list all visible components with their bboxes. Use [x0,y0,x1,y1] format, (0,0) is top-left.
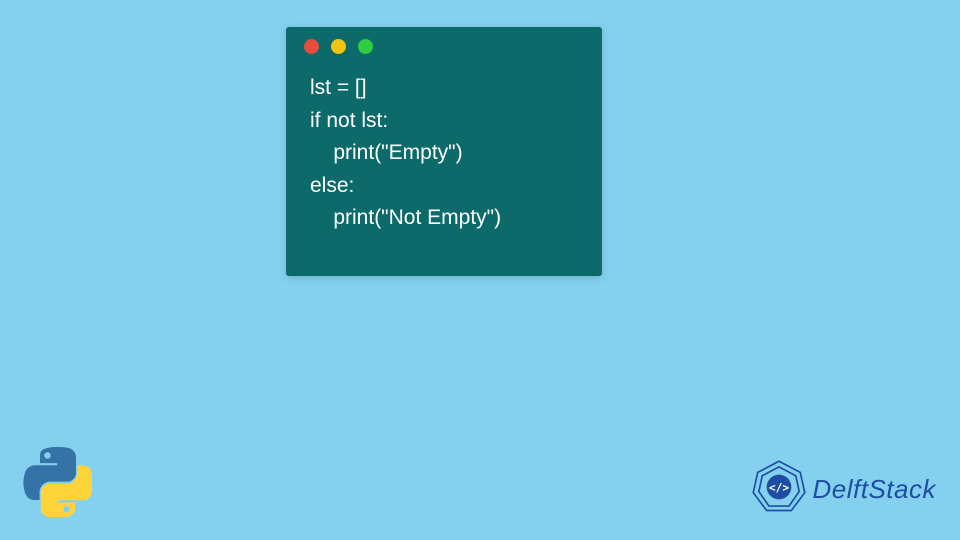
maximize-icon [358,39,373,54]
minimize-icon [331,39,346,54]
code-block: lst = [] if not lst: print("Empty") else… [286,62,602,245]
delftstack-emblem-icon: </> [751,459,807,520]
delftstack-logo: </> DelftStack [751,459,937,520]
code-line: print("Not Empty") [310,206,501,229]
code-line: if not lst: [310,109,388,132]
python-logo-icon [22,447,92,522]
code-line: print("Empty") [310,141,463,164]
code-line: lst = [] [310,76,367,99]
code-line: else: [310,174,354,197]
code-window: lst = [] if not lst: print("Empty") else… [286,27,602,276]
window-titlebar [286,27,602,62]
svg-text:</>: </> [768,481,788,494]
delftstack-text: DelftStack [813,474,937,505]
close-icon [304,39,319,54]
